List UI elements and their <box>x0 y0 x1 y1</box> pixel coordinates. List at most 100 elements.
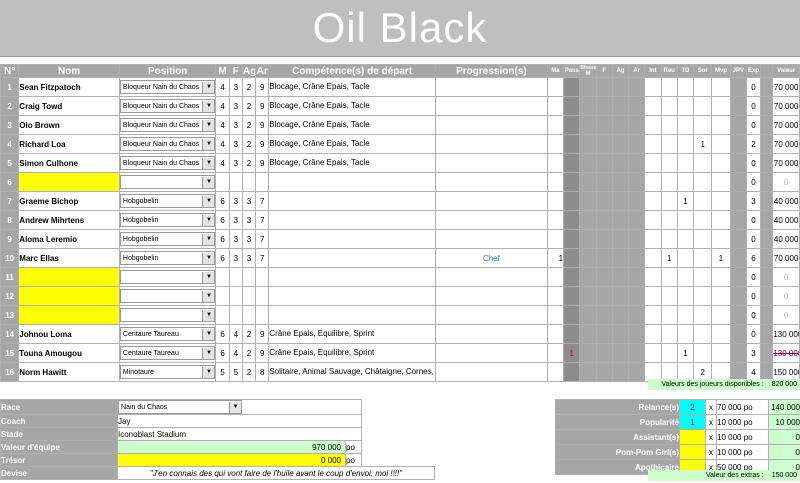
extra-quantity[interactable]: 1 <box>679 414 706 430</box>
player-td[interactable] <box>676 286 695 306</box>
blessure-ag[interactable] <box>628 77 646 97</box>
player-sor[interactable] <box>693 286 713 306</box>
player-name[interactable] <box>18 172 120 192</box>
player-pass[interactable] <box>579 191 597 211</box>
player-jpv[interactable] <box>729 191 747 211</box>
player-reu[interactable] <box>660 153 678 173</box>
player-progression[interactable] <box>435 324 548 344</box>
blessure-f[interactable] <box>611 134 630 154</box>
player-td[interactable] <box>676 134 695 154</box>
player-sor[interactable] <box>693 77 713 97</box>
blessure-m[interactable] <box>595 362 613 382</box>
player-td[interactable] <box>676 305 695 325</box>
player-progression[interactable] <box>435 343 548 363</box>
player-mvp[interactable] <box>711 172 731 192</box>
player-reu[interactable] <box>660 324 678 344</box>
position-select[interactable]: Bloqueur Nain du Chaos ▼ <box>120 80 215 94</box>
player-progression[interactable] <box>435 115 548 135</box>
player-pass[interactable] <box>579 343 597 363</box>
player-int[interactable] <box>644 115 662 135</box>
blessure-f[interactable] <box>611 210 630 230</box>
player-td[interactable] <box>676 229 695 249</box>
player-pass[interactable] <box>579 248 597 268</box>
player-name[interactable]: Simon Culhone <box>18 153 120 173</box>
position-select[interactable]: Hobgobelin ▼ <box>120 194 215 208</box>
player-reu[interactable] <box>660 305 678 325</box>
player-reu[interactable]: 1 <box>660 248 678 268</box>
player-name[interactable]: Craig Towd <box>18 96 120 116</box>
player-position-cell[interactable]: Minotaure ▼ <box>118 362 217 382</box>
player-jpv[interactable] <box>729 248 747 268</box>
blessure-ag[interactable] <box>628 191 646 211</box>
player-name[interactable]: Norm Hawitt <box>18 362 120 382</box>
blessure-f[interactable] <box>611 153 630 173</box>
player-jpv[interactable] <box>729 343 747 363</box>
player-pass[interactable] <box>579 77 597 97</box>
player-jpv[interactable] <box>729 229 747 249</box>
player-progression[interactable] <box>435 172 548 192</box>
dropdown-arrow-icon[interactable]: ▼ <box>202 157 215 169</box>
position-select[interactable]: ▼ <box>120 289 215 303</box>
dropdown-arrow-icon[interactable]: ▼ <box>202 100 215 112</box>
blessure-ag[interactable] <box>628 362 646 382</box>
dropdown-arrow-icon[interactable]: ▼ <box>202 252 215 264</box>
player-name[interactable] <box>18 267 120 287</box>
player-sor[interactable] <box>693 115 713 135</box>
dropdown-arrow-icon[interactable]: ▼ <box>229 401 241 413</box>
position-select[interactable]: Centaure Taureau ▼ <box>120 346 215 360</box>
player-ma[interactable] <box>563 324 581 344</box>
player-ma[interactable] <box>563 153 581 173</box>
blessure-m[interactable] <box>595 210 613 230</box>
player-position-cell[interactable]: ▼ <box>118 172 217 192</box>
player-int[interactable] <box>644 324 662 344</box>
blessure-m[interactable] <box>595 267 613 287</box>
dropdown-arrow-icon[interactable]: ▼ <box>202 233 215 245</box>
player-name[interactable]: Johnou Loma <box>18 324 120 344</box>
blessure-ag[interactable] <box>628 172 646 192</box>
player-progression[interactable] <box>435 134 548 154</box>
player-jpv[interactable] <box>729 77 747 97</box>
player-pass[interactable] <box>579 324 597 344</box>
player-int[interactable] <box>644 210 662 230</box>
player-td[interactable]: 1 <box>676 343 695 363</box>
position-select[interactable]: Hobgobelin ▼ <box>120 251 215 265</box>
blessure-ag[interactable] <box>628 210 646 230</box>
player-sor[interactable] <box>693 191 713 211</box>
blessure-ag[interactable] <box>628 267 646 287</box>
position-select[interactable]: Hobgobelin ▼ <box>120 213 215 227</box>
player-progression[interactable] <box>435 96 548 116</box>
player-int[interactable] <box>644 305 662 325</box>
player-sor[interactable] <box>693 248 713 268</box>
player-reu[interactable] <box>660 172 678 192</box>
player-progression[interactable] <box>435 267 548 287</box>
player-name[interactable]: Aloma Leremio <box>18 229 120 249</box>
player-reu[interactable] <box>660 134 678 154</box>
player-td[interactable] <box>676 267 695 287</box>
player-mvp[interactable] <box>711 153 731 173</box>
player-mvp[interactable] <box>711 134 731 154</box>
player-pass[interactable] <box>579 210 597 230</box>
player-sor[interactable] <box>693 343 713 363</box>
blessure-f[interactable] <box>611 77 630 97</box>
player-ma[interactable] <box>563 115 581 135</box>
player-td[interactable]: 1 <box>676 191 695 211</box>
player-mvp[interactable] <box>711 324 731 344</box>
player-position-cell[interactable]: ▼ <box>118 305 217 325</box>
player-jpv[interactable] <box>729 134 747 154</box>
player-mvp[interactable] <box>711 229 731 249</box>
race-select-cell[interactable]: Nain du Chaos ▼ <box>117 399 362 415</box>
player-jpv[interactable] <box>729 267 747 287</box>
player-progression[interactable]: Chef <box>435 248 548 268</box>
blessure-m[interactable] <box>595 191 613 211</box>
player-int[interactable] <box>644 343 662 363</box>
blessure-ag[interactable] <box>628 115 646 135</box>
player-pass[interactable] <box>579 115 597 135</box>
player-ma[interactable] <box>563 191 581 211</box>
stade-value[interactable]: Iconoblast Stadium <box>117 427 362 441</box>
player-sor[interactable] <box>693 210 713 230</box>
position-select[interactable]: Hobgobelin ▼ <box>120 232 215 246</box>
player-ma[interactable] <box>563 96 581 116</box>
player-sor[interactable] <box>693 267 713 287</box>
position-select[interactable]: Bloqueur Nain du Chaos ▼ <box>120 118 215 132</box>
dropdown-arrow-icon[interactable]: ▼ <box>202 271 215 283</box>
